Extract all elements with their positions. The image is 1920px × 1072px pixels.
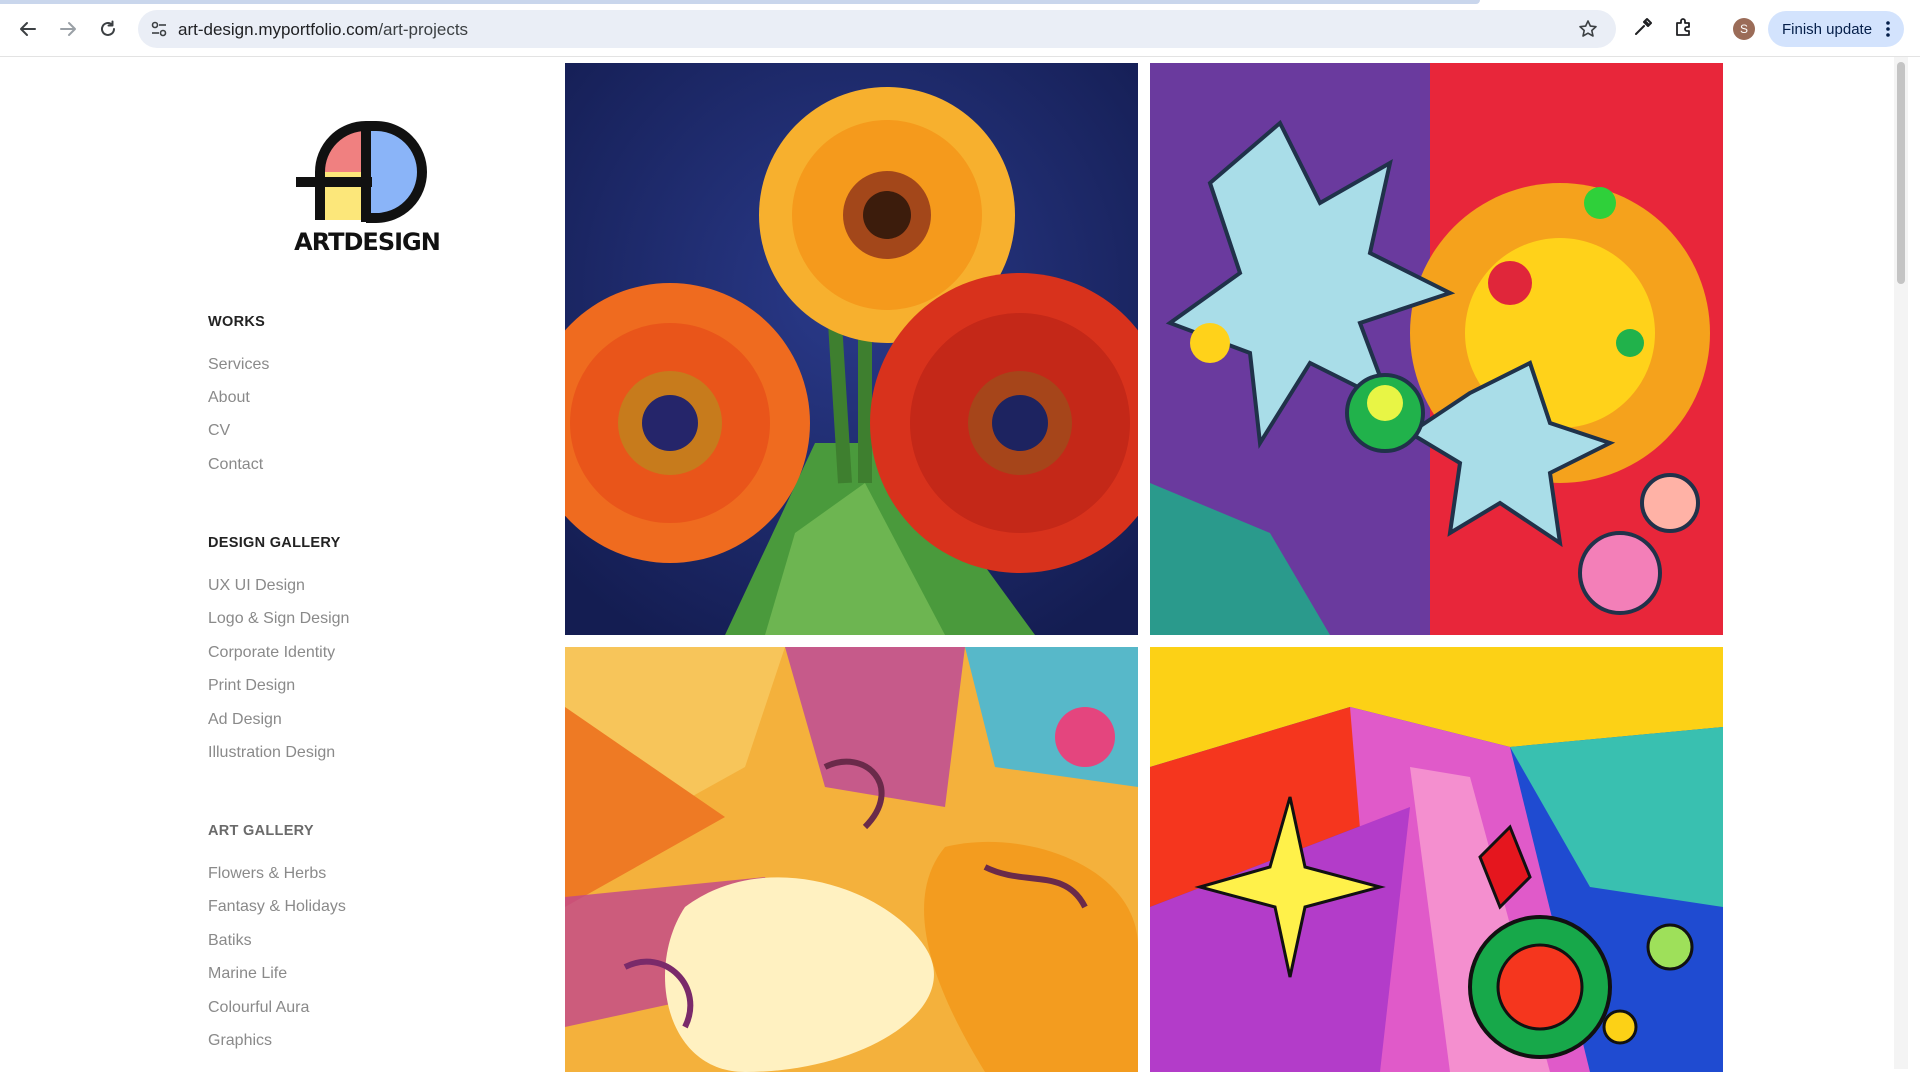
nav-link-ux-ui-design[interactable]: UX UI Design bbox=[208, 577, 305, 595]
bookmark-star-icon[interactable] bbox=[1578, 19, 1598, 44]
forward-button[interactable] bbox=[54, 15, 82, 43]
url-path: /art-projects bbox=[378, 20, 469, 39]
window-edge bbox=[1908, 57, 1920, 1072]
nav-link-colourful-aura[interactable]: Colourful Aura bbox=[208, 999, 309, 1017]
tab-strip-edge bbox=[0, 0, 1480, 4]
pop-abstract-painting-image bbox=[1150, 647, 1723, 1072]
gallery-tile-batik[interactable] bbox=[565, 647, 1138, 1072]
nav-link-flowers-herbs[interactable]: Flowers & Herbs bbox=[208, 865, 326, 883]
site-settings-icon[interactable] bbox=[150, 20, 168, 43]
nav-link-graphics[interactable]: Graphics bbox=[208, 1032, 272, 1050]
art-gallery-heading[interactable]: ART GALLERY bbox=[208, 823, 314, 839]
browser-toolbar: art-design.myportfolio.com/art-projects … bbox=[0, 0, 1920, 57]
nav-link-marine-life[interactable]: Marine Life bbox=[208, 965, 287, 983]
nav-link-fantasy-holidays[interactable]: Fantasy & Holidays bbox=[208, 898, 346, 916]
site-logo[interactable]: ARTDESIGN bbox=[292, 110, 442, 258]
finish-update-button[interactable]: Finish update bbox=[1768, 11, 1904, 47]
profile-initial: S bbox=[1739, 22, 1748, 36]
artdesign-logo-mark bbox=[296, 121, 427, 223]
nav-link-illustration-design[interactable]: Illustration Design bbox=[208, 744, 335, 762]
reload-button[interactable] bbox=[94, 15, 122, 43]
gallery-tile-psychedelic-abstract[interactable] bbox=[1150, 63, 1723, 635]
nav-link-ad-design[interactable]: Ad Design bbox=[208, 711, 282, 729]
address-bar[interactable]: art-design.myportfolio.com/art-projects bbox=[138, 10, 1616, 48]
gallery-tile-pop-abstract[interactable] bbox=[1150, 647, 1723, 1072]
design-gallery-heading[interactable]: DESIGN GALLERY bbox=[208, 535, 341, 551]
nav-link-batiks[interactable]: Batiks bbox=[208, 932, 252, 950]
reload-icon bbox=[101, 20, 115, 36]
nav-link-cv[interactable]: CV bbox=[208, 422, 230, 440]
more-menu-icon[interactable] bbox=[1886, 20, 1890, 42]
scrollbar-thumb[interactable] bbox=[1897, 62, 1905, 284]
arrow-left-icon bbox=[20, 22, 36, 36]
nav-link-corporate-identity[interactable]: Corporate Identity bbox=[208, 644, 335, 662]
url-text: art-design.myportfolio.com/art-projects bbox=[178, 20, 468, 40]
arrow-right-icon bbox=[60, 22, 76, 36]
gallery-tile-flowers[interactable] bbox=[565, 63, 1138, 635]
finish-update-label: Finish update bbox=[1782, 20, 1873, 38]
nav-link-services[interactable]: Services bbox=[208, 356, 269, 374]
logo-wordmark: ARTDESIGN bbox=[294, 228, 441, 256]
gerbera-painting-image bbox=[565, 63, 1138, 635]
psychedelic-painting-image bbox=[1150, 63, 1723, 635]
nav-link-contact[interactable]: Contact bbox=[208, 456, 263, 474]
nav-link-logo-sign-design[interactable]: Logo & Sign Design bbox=[208, 610, 349, 628]
extensions-icon[interactable] bbox=[1673, 16, 1695, 43]
nav-link-print-design[interactable]: Print Design bbox=[208, 677, 295, 695]
batik-painting-image bbox=[565, 647, 1138, 1072]
url-host: art-design.myportfolio.com bbox=[178, 20, 379, 39]
nav-link-about[interactable]: About bbox=[208, 389, 250, 407]
eyedropper-icon[interactable] bbox=[1632, 16, 1654, 43]
works-heading[interactable]: WORKS bbox=[208, 314, 265, 330]
profile-avatar[interactable]: S bbox=[1733, 18, 1755, 40]
back-button[interactable] bbox=[14, 15, 42, 43]
